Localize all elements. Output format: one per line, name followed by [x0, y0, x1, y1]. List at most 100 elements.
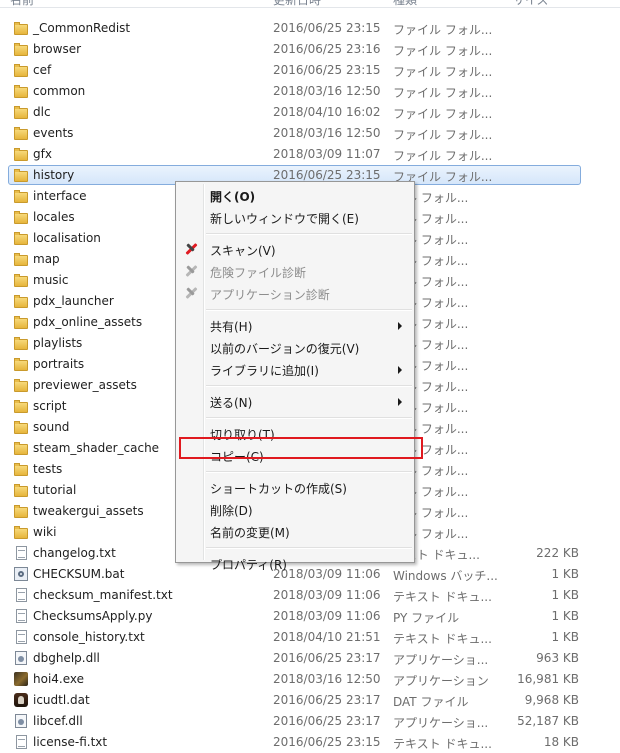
- file-row[interactable]: console_history.txt 2018/04/10 21:51 テキスト …: [0, 627, 620, 648]
- folder-icon: [14, 336, 28, 350]
- menu-item-label: 開く(O): [210, 190, 256, 204]
- file-size: 1 KB: [551, 609, 579, 623]
- file-name: ChecksumsApply.py: [33, 609, 153, 623]
- file-row[interactable]: ChecksumsApply.py 2018/03/09 11:06 PY ファイル…: [0, 606, 620, 627]
- file-type: ファイル フォル...: [393, 107, 493, 121]
- annotation-highlight-box: [179, 437, 423, 459]
- file-date: 2016/06/25 23:17: [273, 693, 381, 707]
- file-row[interactable]: events 2018/03/16 12:50 ファイル フォル...: [0, 123, 620, 144]
- folder-icon: [14, 231, 28, 245]
- submenu-arrow-icon: [398, 366, 402, 374]
- file-name: tests: [33, 462, 63, 476]
- menu-item[interactable]: 以前のバージョンの復元(V): [178, 337, 412, 357]
- file-name: pdx_launcher: [33, 294, 114, 308]
- file-row[interactable]: cef 2016/06/25 23:15 ファイル フォル...: [0, 60, 620, 81]
- menu-item[interactable]: ライブラリに追加(I): [178, 359, 412, 379]
- menu-separator: [206, 233, 412, 235]
- file-name: locales: [33, 210, 75, 224]
- file-row[interactable]: common 2018/03/16 12:50 ファイル フォル...: [0, 81, 620, 102]
- file-name: console_history.txt: [33, 630, 145, 644]
- menu-item-label: 新しいウィンドウで開く(E): [210, 212, 359, 226]
- menu-separator: [206, 385, 412, 387]
- menu-item[interactable]: プロパティ(R): [178, 553, 412, 573]
- column-name[interactable]: 名前: [10, 0, 34, 7]
- menu-separator: [206, 471, 412, 473]
- batch-file-icon: [14, 567, 28, 581]
- menu-item-label: アプリケーション診断: [210, 288, 330, 302]
- file-name: common: [33, 84, 86, 98]
- file-name: dbghelp.dll: [33, 651, 100, 665]
- column-size[interactable]: サイズ: [513, 0, 549, 7]
- file-row[interactable]: license-fi.txt 2016/06/25 23:15 テキスト ドキュ..…: [0, 732, 620, 753]
- column-date[interactable]: 更新日時: [273, 0, 321, 7]
- file-size: 52,187 KB: [517, 714, 579, 728]
- menu-item-label: スキャン(V): [210, 244, 276, 258]
- dll-file-icon: [14, 651, 28, 665]
- file-row[interactable]: checksum_manifest.txt 2018/03/09 11:06 テキス…: [0, 585, 620, 606]
- file-row[interactable]: browser 2016/06/25 23:16 ファイル フォル...: [0, 39, 620, 60]
- file-type: アプリケーション: [393, 674, 489, 688]
- folder-icon: [14, 294, 28, 308]
- file-size: 963 KB: [536, 651, 579, 665]
- file-row[interactable]: _CommonRedist 2016/06/25 23:15 ファイル フォル...: [0, 18, 620, 39]
- file-row[interactable]: libcef.dll 2016/06/25 23:17 アプリケーショ... 52,1…: [0, 711, 620, 732]
- file-row[interactable]: dlc 2018/04/10 16:02 ファイル フォル...: [0, 102, 620, 123]
- file-type: テキスト ドキュ...: [393, 632, 492, 646]
- menu-item-label: 以前のバージョンの復元(V): [210, 342, 360, 356]
- scan-icon: [185, 243, 197, 255]
- file-name: libcef.dll: [33, 714, 83, 728]
- text-file-icon: [14, 630, 28, 644]
- folder-icon: [14, 357, 28, 371]
- file-name: _CommonRedist: [33, 21, 131, 35]
- submenu-arrow-icon: [398, 322, 402, 330]
- file-name: sound: [33, 420, 70, 434]
- menu-item[interactable]: 新しいウィンドウで開く(E): [178, 207, 412, 227]
- file-date: 2018/03/16 12:50: [273, 672, 381, 686]
- file-row[interactable]: hoi4.exe 2018/03/16 12:50 アプリケーション 16,981 K…: [0, 669, 620, 690]
- file-size: 1 KB: [551, 630, 579, 644]
- file-size: 16,981 KB: [517, 672, 579, 686]
- menu-item[interactable]: 共有(H): [178, 315, 412, 335]
- file-name: wiki: [33, 525, 57, 539]
- folder-icon: [14, 462, 28, 476]
- menu-item-label: 共有(H): [210, 320, 253, 334]
- menu-item[interactable]: 送る(N): [178, 391, 412, 411]
- menu-item[interactable]: アプリケーション診断: [178, 283, 412, 303]
- file-date: 2018/03/09 11:07: [273, 147, 381, 161]
- file-row[interactable]: icudtl.dat 2016/06/25 23:17 DAT ファイル 9,968 …: [0, 690, 620, 711]
- folder-icon: [14, 252, 28, 266]
- file-date: 2018/03/16 12:50: [273, 126, 381, 140]
- file-row[interactable]: gfx 2018/03/09 11:07 ファイル フォル...: [0, 144, 620, 165]
- menu-item[interactable]: 削除(D): [178, 499, 412, 519]
- menu-item-label: ライブラリに追加(I): [210, 364, 319, 378]
- menu-item-label: 送る(N): [210, 396, 253, 410]
- folder-icon: [14, 63, 28, 77]
- file-name: history: [33, 168, 75, 182]
- menu-item[interactable]: 名前の変更(M): [178, 521, 412, 541]
- menu-item[interactable]: 危険ファイル診断: [178, 261, 412, 281]
- file-name: checksum_manifest.txt: [33, 588, 173, 602]
- file-date: 2016/06/25 23:17: [273, 714, 381, 728]
- menu-item[interactable]: ショートカットの作成(S): [178, 477, 412, 497]
- column-type[interactable]: 種類: [393, 0, 417, 7]
- folder-icon: [14, 84, 28, 98]
- file-date: 2018/03/09 11:06: [273, 588, 381, 602]
- file-date: 2018/03/09 11:06: [273, 609, 381, 623]
- folder-icon: [14, 21, 28, 35]
- game-exe-icon: [14, 672, 28, 686]
- file-row[interactable]: dbghelp.dll 2016/06/25 23:17 アプリケーショ... 963…: [0, 648, 620, 669]
- file-name: cef: [33, 63, 52, 77]
- menu-item-label: 危険ファイル診断: [210, 266, 307, 280]
- menu-item-label: ショートカットの作成(S): [210, 482, 347, 496]
- menu-item[interactable]: 開く(O): [178, 185, 412, 205]
- file-type: テキスト ドキュ...: [393, 590, 492, 604]
- column-header: 名前 更新日時 種類 サイズ: [0, 0, 620, 8]
- menu-separator: [206, 417, 412, 419]
- dat-file-icon: [14, 693, 28, 707]
- file-name: script: [33, 399, 67, 413]
- menu-separator: [206, 547, 412, 549]
- file-date: 2016/06/25 23:15: [273, 168, 381, 182]
- file-type: PY ファイル: [393, 611, 460, 625]
- menu-item[interactable]: スキャン(V): [178, 239, 412, 259]
- folder-icon: [14, 273, 28, 287]
